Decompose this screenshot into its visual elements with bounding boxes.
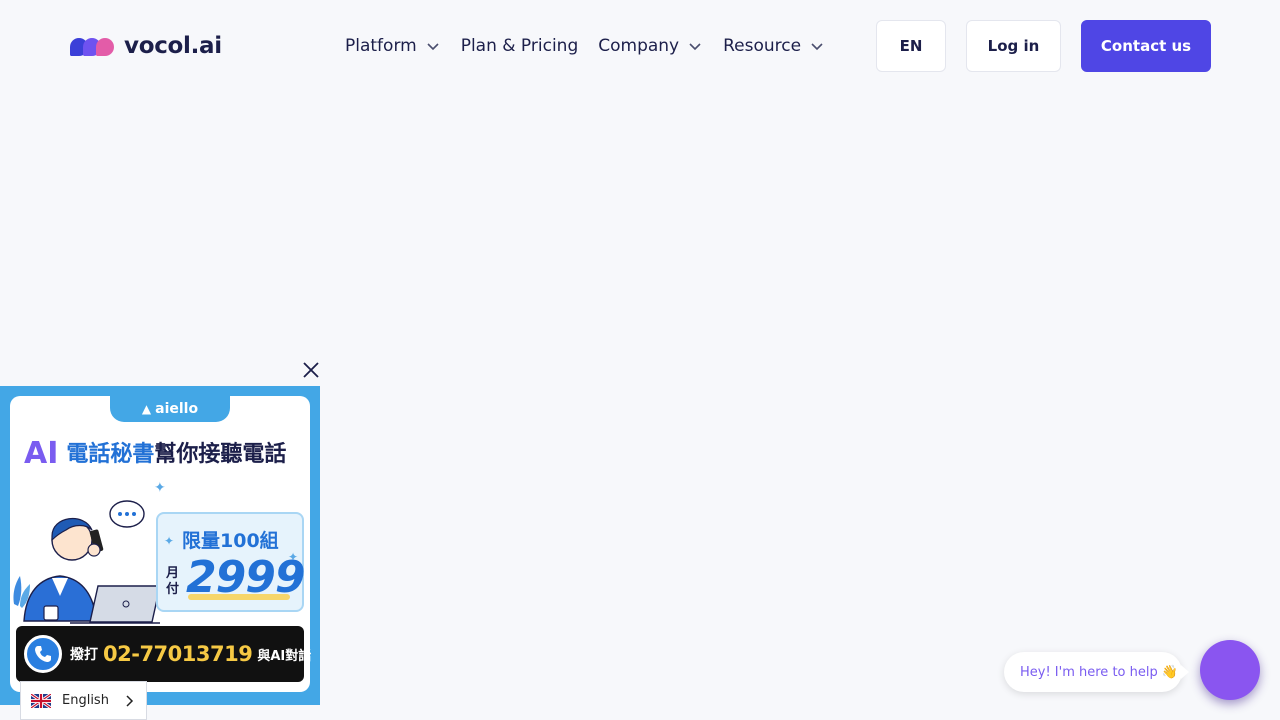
nav-item-resource[interactable]: Resource bbox=[723, 36, 825, 56]
contact-us-button[interactable]: Contact us bbox=[1081, 20, 1211, 72]
chat-greeting-bubble[interactable]: Hey! I'm here to help 👋 bbox=[1004, 652, 1189, 692]
login-button[interactable]: Log in bbox=[966, 20, 1061, 72]
ad-brand-tab: ▲ aiello bbox=[110, 396, 230, 422]
chat-greeting-text: Hey! I'm here to help bbox=[1020, 664, 1158, 680]
nav-item-label: Company bbox=[598, 36, 680, 56]
ad-price: 2999 bbox=[186, 552, 305, 603]
nav-item-platform[interactable]: Platform bbox=[345, 36, 441, 56]
ad-call-suffix: 與AI對話 bbox=[257, 648, 312, 664]
main-nav: Platform Plan & Pricing Company Resource bbox=[345, 32, 845, 60]
nav-item-label: Plan & Pricing bbox=[460, 36, 579, 56]
logo[interactable]: vocol.ai bbox=[70, 30, 222, 62]
aiello-logo-icon: ▲ bbox=[141, 402, 152, 416]
ad-headline-ai: AI bbox=[24, 436, 59, 471]
ad-headline: AI 電話秘書幫你接聽電話 bbox=[24, 436, 286, 471]
ad-close-button[interactable] bbox=[300, 359, 322, 381]
sparkle-icon: ✦ bbox=[164, 534, 175, 548]
ad-call-prefix: 撥打 bbox=[70, 647, 98, 663]
logo-mark-icon bbox=[70, 35, 116, 57]
language-switcher[interactable]: English bbox=[20, 681, 147, 720]
ad-offer-box: ✦ ✦ 限量100組 月付 2999 bbox=[156, 512, 305, 612]
bubble-tail bbox=[1181, 665, 1189, 679]
ad-limit-text: 限量100組 bbox=[182, 530, 279, 552]
ad-phone-number: 02-77013719 bbox=[103, 642, 253, 666]
nav-item-label: Platform bbox=[345, 36, 417, 56]
close-icon bbox=[303, 362, 319, 378]
language-label: English bbox=[62, 693, 109, 708]
chevron-down-icon bbox=[809, 38, 825, 54]
waving-hand-icon: 👋 bbox=[1161, 664, 1178, 680]
promo-ad-banner[interactable]: ▲ aiello AI 電話秘書幫你接聽電話 ✦ ✦ ✦ 限量100組 月付 2… bbox=[0, 386, 320, 705]
ad-brand: aiello bbox=[155, 401, 199, 417]
uk-flag-icon bbox=[31, 693, 51, 708]
site-header: vocol.ai Platform Plan & Pricing Company… bbox=[0, 0, 1280, 92]
ad-headline-blue: 電話秘書 bbox=[66, 442, 155, 467]
chevron-right-icon bbox=[122, 694, 136, 708]
person-on-phone-illustration bbox=[10, 496, 160, 626]
chat-launcher-button[interactable] bbox=[1200, 640, 1260, 700]
chevron-down-icon bbox=[687, 38, 703, 54]
phone-icon bbox=[24, 635, 62, 673]
ad-call-bar[interactable]: 撥打 02-77013719 與AI對話 bbox=[16, 626, 311, 682]
nav-item-company[interactable]: Company bbox=[598, 36, 703, 56]
language-button[interactable]: EN bbox=[876, 20, 946, 72]
ad-headline-dark: 幫你接聽電話 bbox=[154, 442, 287, 467]
nav-item-label: Resource bbox=[723, 36, 802, 56]
nav-item-plan-pricing[interactable]: Plan & Pricing bbox=[461, 36, 579, 56]
chevron-down-icon bbox=[425, 38, 441, 54]
sparkle-icon: ✦ bbox=[154, 480, 166, 496]
ad-monthly-label: 月付 bbox=[166, 566, 180, 597]
logo-text: vocol.ai bbox=[124, 33, 222, 59]
promo-ad-card: ▲ aiello AI 電話秘書幫你接聽電話 ✦ ✦ ✦ 限量100組 月付 2… bbox=[10, 396, 311, 692]
